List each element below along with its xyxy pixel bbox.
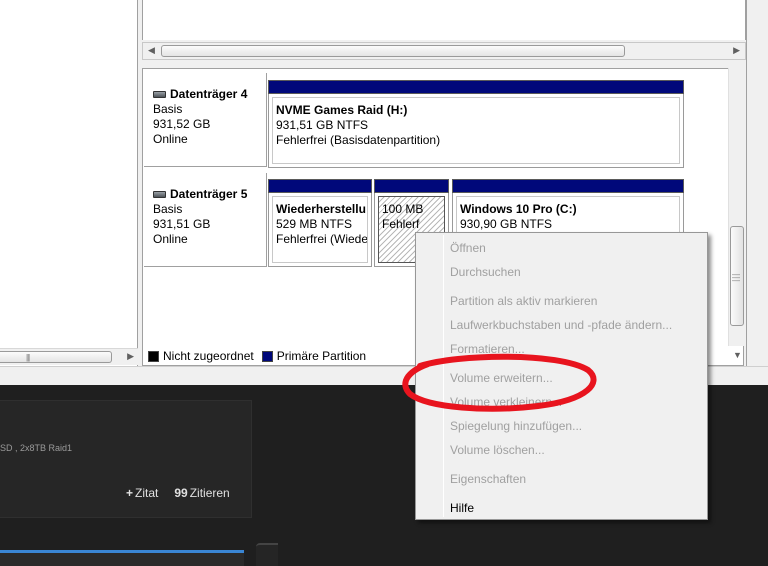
grip-icon: ||| <box>26 353 30 362</box>
partition-cap <box>452 179 684 193</box>
legend-swatch <box>261 350 273 362</box>
menu-item-change-drive-letter[interactable]: Laufwerkbuchstaben und -pfade ändern... <box>450 318 672 332</box>
post-tab <box>256 543 278 566</box>
cite-button[interactable]: 99 Zitieren <box>174 486 229 500</box>
legend: Nicht zugeordnet Primäre Partition <box>148 348 368 364</box>
post-actions: + Zitat 99 Zitieren <box>126 486 230 500</box>
volume-tree-pane[interactable] <box>0 0 138 366</box>
disk-type: Basis <box>153 102 183 116</box>
partition-cap <box>268 179 372 193</box>
menu-item-properties[interactable]: Eigenschaften <box>450 472 526 486</box>
menu-item-add-mirror[interactable]: Spiegelung hinzufügen... <box>450 419 582 433</box>
disk-status: Online <box>153 132 188 146</box>
disk-size: 931,51 GB <box>153 217 211 231</box>
grip-icon: — — — <box>732 270 740 285</box>
partition-body: NVME Games Raid (H:) 931,51 GB NTFS Fehl… <box>272 97 680 164</box>
chevron-left-icon[interactable]: ◀ <box>148 45 155 56</box>
partition-body: Wiederherstellu 529 MB NTFS Fehlerfrei (… <box>272 196 368 263</box>
partition-cap <box>268 80 684 94</box>
disk-name: Datenträger 5 <box>153 187 266 202</box>
disk-5-label[interactable]: Datenträger 5 Basis 931,51 GB Online <box>144 173 267 267</box>
left-horizontal-scrollbar[interactable]: ||| ▶ <box>0 348 138 365</box>
menu-item-explore[interactable]: Durchsuchen <box>450 265 521 279</box>
volume-list-pane[interactable] <box>142 0 746 40</box>
chevron-right-icon[interactable]: ▶ <box>127 351 134 362</box>
disk-status: Online <box>153 232 188 246</box>
scrollbar-thumb[interactable] <box>161 45 625 57</box>
legend-item-unallocated: Nicht zugeordnet <box>148 349 254 363</box>
menu-item-delete-volume[interactable]: Volume löschen... <box>450 443 545 457</box>
partition-nvme-games-raid[interactable]: NVME Games Raid (H:) 931,51 GB NTFS Fehl… <box>268 80 684 168</box>
disk-4-label[interactable]: Datenträger 4 Basis 931,52 GB Online <box>144 73 267 167</box>
scrollbar-thumb[interactable]: ||| <box>0 351 112 363</box>
quote-button[interactable]: + Zitat <box>126 486 158 500</box>
menu-item-mark-active[interactable]: Partition als aktiv markieren <box>450 294 597 308</box>
menu-item-help[interactable]: Hilfe <box>450 501 474 515</box>
quote-icon: 99 <box>174 486 188 500</box>
forum-post-card <box>0 400 252 518</box>
disk-icon <box>153 91 166 98</box>
volume-list-horizontal-scrollbar[interactable]: ◀ ▶ <box>142 42 746 60</box>
plus-icon: + <box>126 486 134 500</box>
next-post-card <box>0 550 244 566</box>
partition-cap <box>374 179 449 193</box>
chevron-right-icon[interactable]: ▶ <box>733 45 740 56</box>
legend-swatch <box>148 350 159 362</box>
window-right-edge <box>746 0 768 385</box>
post-signature-text: SD , 2x8TB Raid1 <box>0 443 73 453</box>
disk-type: Basis <box>153 202 183 216</box>
red-annotation-ellipse <box>402 353 597 412</box>
disk-name: Datenträger 4 <box>153 87 266 102</box>
disk-view-vertical-scrollbar[interactable]: — — — ▼ <box>728 68 744 360</box>
partition-recovery[interactable]: Wiederherstellu 529 MB NTFS Fehlerfrei (… <box>268 179 372 267</box>
disk-icon <box>153 191 166 198</box>
chevron-down-icon[interactable]: ▼ <box>733 350 742 360</box>
disk-size: 931,52 GB <box>153 117 211 131</box>
menu-item-open[interactable]: Öffnen <box>450 241 486 255</box>
legend-item-primary: Primäre Partition <box>261 349 366 363</box>
